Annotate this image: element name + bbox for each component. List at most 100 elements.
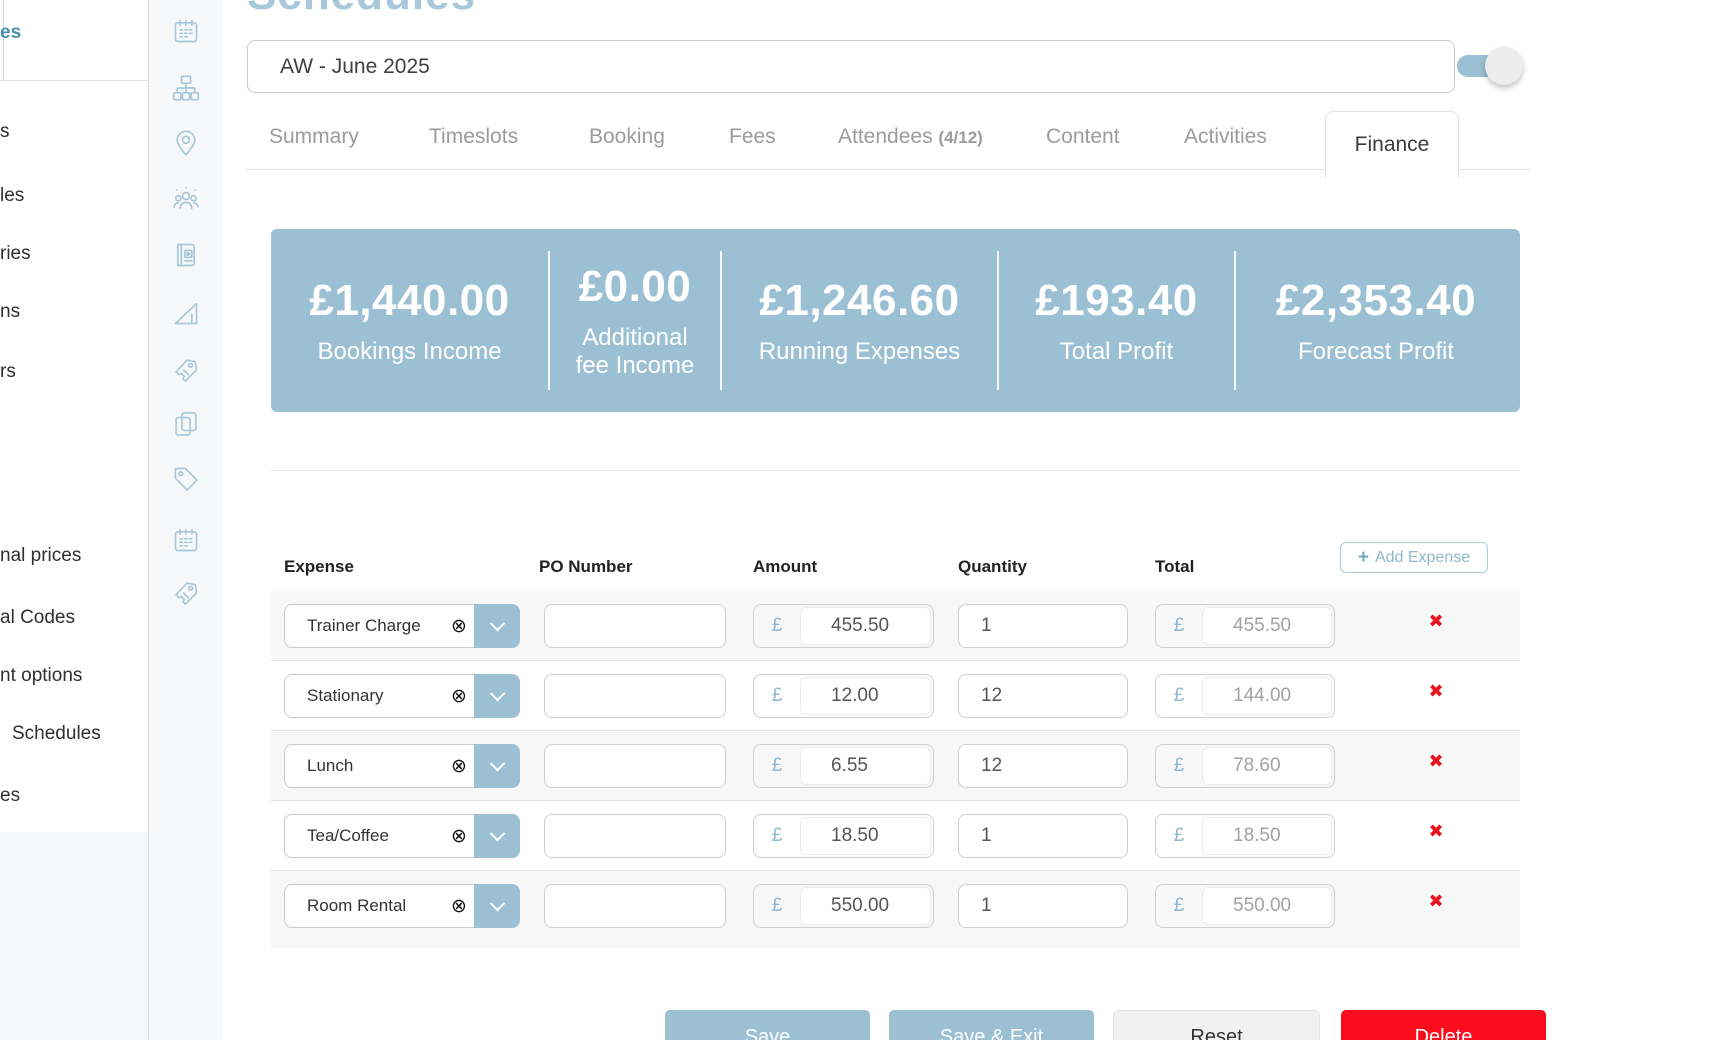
- toggle-knob[interactable]: [1485, 47, 1523, 85]
- amount-input[interactable]: [801, 685, 930, 707]
- expense-select[interactable]: Stationary ⊗: [284, 674, 520, 718]
- expense-dropdown-button[interactable]: [474, 674, 520, 718]
- summary-label: Additional fee Income: [565, 324, 705, 379]
- discount-ticket-icon[interactable]: [172, 579, 200, 607]
- location-pin-icon[interactable]: [172, 129, 200, 157]
- total-field: £: [1155, 604, 1335, 648]
- clear-selection-icon[interactable]: ⊗: [444, 827, 474, 846]
- add-expense-button[interactable]: + Add Expense: [1340, 542, 1488, 573]
- schedule-calendar-icon[interactable]: [172, 526, 200, 554]
- amount-input[interactable]: [801, 615, 930, 637]
- sidebar-item[interactable]: es: [0, 785, 20, 807]
- delete-row-icon[interactable]: ✖: [1416, 681, 1456, 702]
- sidebar-item[interactable]: Schedules: [12, 723, 101, 745]
- main-content: Schedules Summary Timeslots Booking Fees…: [222, 0, 1720, 1040]
- save-and-exit-button[interactable]: Save & Exit: [889, 1010, 1094, 1040]
- sidebar-item[interactable]: nal prices: [0, 545, 81, 567]
- sidebar-item[interactable]: les: [0, 185, 24, 207]
- expense-dropdown-button[interactable]: [474, 604, 520, 648]
- po-number-input[interactable]: [544, 604, 726, 648]
- total-input[interactable]: [1203, 825, 1331, 847]
- documents-icon[interactable]: [172, 410, 200, 438]
- growth-chart-icon[interactable]: [172, 299, 200, 327]
- course-book-icon[interactable]: [172, 241, 200, 269]
- tab-finance[interactable]: Finance: [1325, 111, 1459, 178]
- delete-row-icon[interactable]: ✖: [1416, 821, 1456, 842]
- po-number-input[interactable]: [544, 674, 726, 718]
- quantity-input[interactable]: [958, 814, 1128, 858]
- total-input[interactable]: [1203, 895, 1331, 917]
- quantity-input[interactable]: [958, 744, 1128, 788]
- sidebar-item-active[interactable]: es: [0, 22, 21, 44]
- tab-booking[interactable]: Booking: [589, 125, 665, 149]
- summary-card-bookings-income: £1,440.00 Bookings Income: [271, 229, 548, 412]
- po-number-input[interactable]: [544, 744, 726, 788]
- quantity-input[interactable]: [958, 674, 1128, 718]
- amount-input[interactable]: [801, 825, 930, 847]
- tab-summary[interactable]: Summary: [269, 125, 359, 149]
- expense-select[interactable]: Lunch ⊗: [284, 744, 520, 788]
- total-input[interactable]: [1203, 615, 1331, 637]
- price-tag-icon[interactable]: [172, 465, 200, 493]
- sidebar-item[interactable]: ries: [0, 243, 31, 265]
- clear-selection-icon[interactable]: ⊗: [444, 897, 474, 916]
- quantity-input[interactable]: [958, 884, 1128, 928]
- total-input[interactable]: [1203, 755, 1331, 777]
- calendar-icon[interactable]: [172, 17, 200, 45]
- summary-card-total-profit: £193.40 Total Profit: [999, 229, 1234, 412]
- expense-row: Trainer Charge ⊗ £ £ ✖: [271, 591, 1520, 661]
- expense-table: Expense PO Number Amount Quantity Total …: [271, 555, 1520, 948]
- expense-dropdown-button[interactable]: [474, 884, 520, 928]
- tab-content[interactable]: Content: [1046, 125, 1120, 149]
- pound-symbol: £: [1156, 605, 1202, 647]
- quantity-input[interactable]: [958, 604, 1128, 648]
- attendees-count-badge: (4/12): [938, 128, 982, 147]
- sidebar-item[interactable]: rs: [0, 361, 16, 383]
- delete-row-icon[interactable]: ✖: [1416, 751, 1456, 772]
- amount-field: £: [753, 814, 934, 858]
- tab-activities[interactable]: Activities: [1184, 125, 1267, 149]
- po-number-input[interactable]: [544, 884, 726, 928]
- expense-dropdown-button[interactable]: [474, 814, 520, 858]
- active-toggle[interactable]: [1457, 55, 1513, 77]
- clear-selection-icon[interactable]: ⊗: [444, 617, 474, 636]
- column-header-expense: Expense: [284, 557, 354, 577]
- expense-row: Tea/Coffee ⊗ £ £ ✖: [271, 801, 1520, 871]
- delete-button[interactable]: Delete: [1341, 1010, 1546, 1040]
- sidebar-item[interactable]: nt options: [0, 665, 82, 687]
- expense-dropdown-button[interactable]: [474, 744, 520, 788]
- pound-symbol: £: [1156, 675, 1202, 717]
- ticket-icon[interactable]: [172, 356, 200, 384]
- sidebar-item[interactable]: al Codes: [0, 607, 75, 629]
- tab-bar: Summary Timeslots Booking Fees Attendees…: [222, 111, 1622, 178]
- amount-input[interactable]: [801, 755, 930, 777]
- summary-amount: £2,353.40: [1276, 276, 1476, 326]
- expense-select[interactable]: Room Rental ⊗: [284, 884, 520, 928]
- tab-timeslots[interactable]: Timeslots: [429, 125, 518, 149]
- delete-row-icon[interactable]: ✖: [1416, 611, 1456, 632]
- schedule-name-input[interactable]: [247, 40, 1455, 93]
- column-header-quantity: Quantity: [958, 557, 1027, 577]
- save-button[interactable]: Save: [665, 1010, 870, 1040]
- summary-label: Bookings Income: [317, 338, 501, 366]
- people-group-icon[interactable]: [172, 186, 200, 214]
- expense-select[interactable]: Trainer Charge ⊗: [284, 604, 520, 648]
- sidebar-item[interactable]: s: [0, 121, 10, 143]
- tab-fees[interactable]: Fees: [729, 125, 776, 149]
- clear-selection-icon[interactable]: ⊗: [444, 757, 474, 776]
- expense-select[interactable]: Tea/Coffee ⊗: [284, 814, 520, 858]
- amount-input[interactable]: [801, 895, 930, 917]
- icon-rail: [148, 0, 222, 1040]
- reset-button[interactable]: Reset: [1113, 1010, 1320, 1040]
- total-input[interactable]: [1203, 685, 1331, 707]
- summary-label: Total Profit: [1060, 338, 1173, 366]
- po-number-input[interactable]: [544, 814, 726, 858]
- sidebar-background: [0, 832, 148, 1040]
- sitemap-icon[interactable]: [172, 74, 200, 102]
- delete-row-icon[interactable]: ✖: [1416, 891, 1456, 912]
- sidebar-item[interactable]: ns: [0, 301, 20, 323]
- amount-field: £: [753, 884, 934, 928]
- summary-label: Forecast Profit: [1298, 338, 1454, 366]
- tab-attendees[interactable]: Attendees (4/12): [838, 125, 983, 149]
- clear-selection-icon[interactable]: ⊗: [444, 687, 474, 706]
